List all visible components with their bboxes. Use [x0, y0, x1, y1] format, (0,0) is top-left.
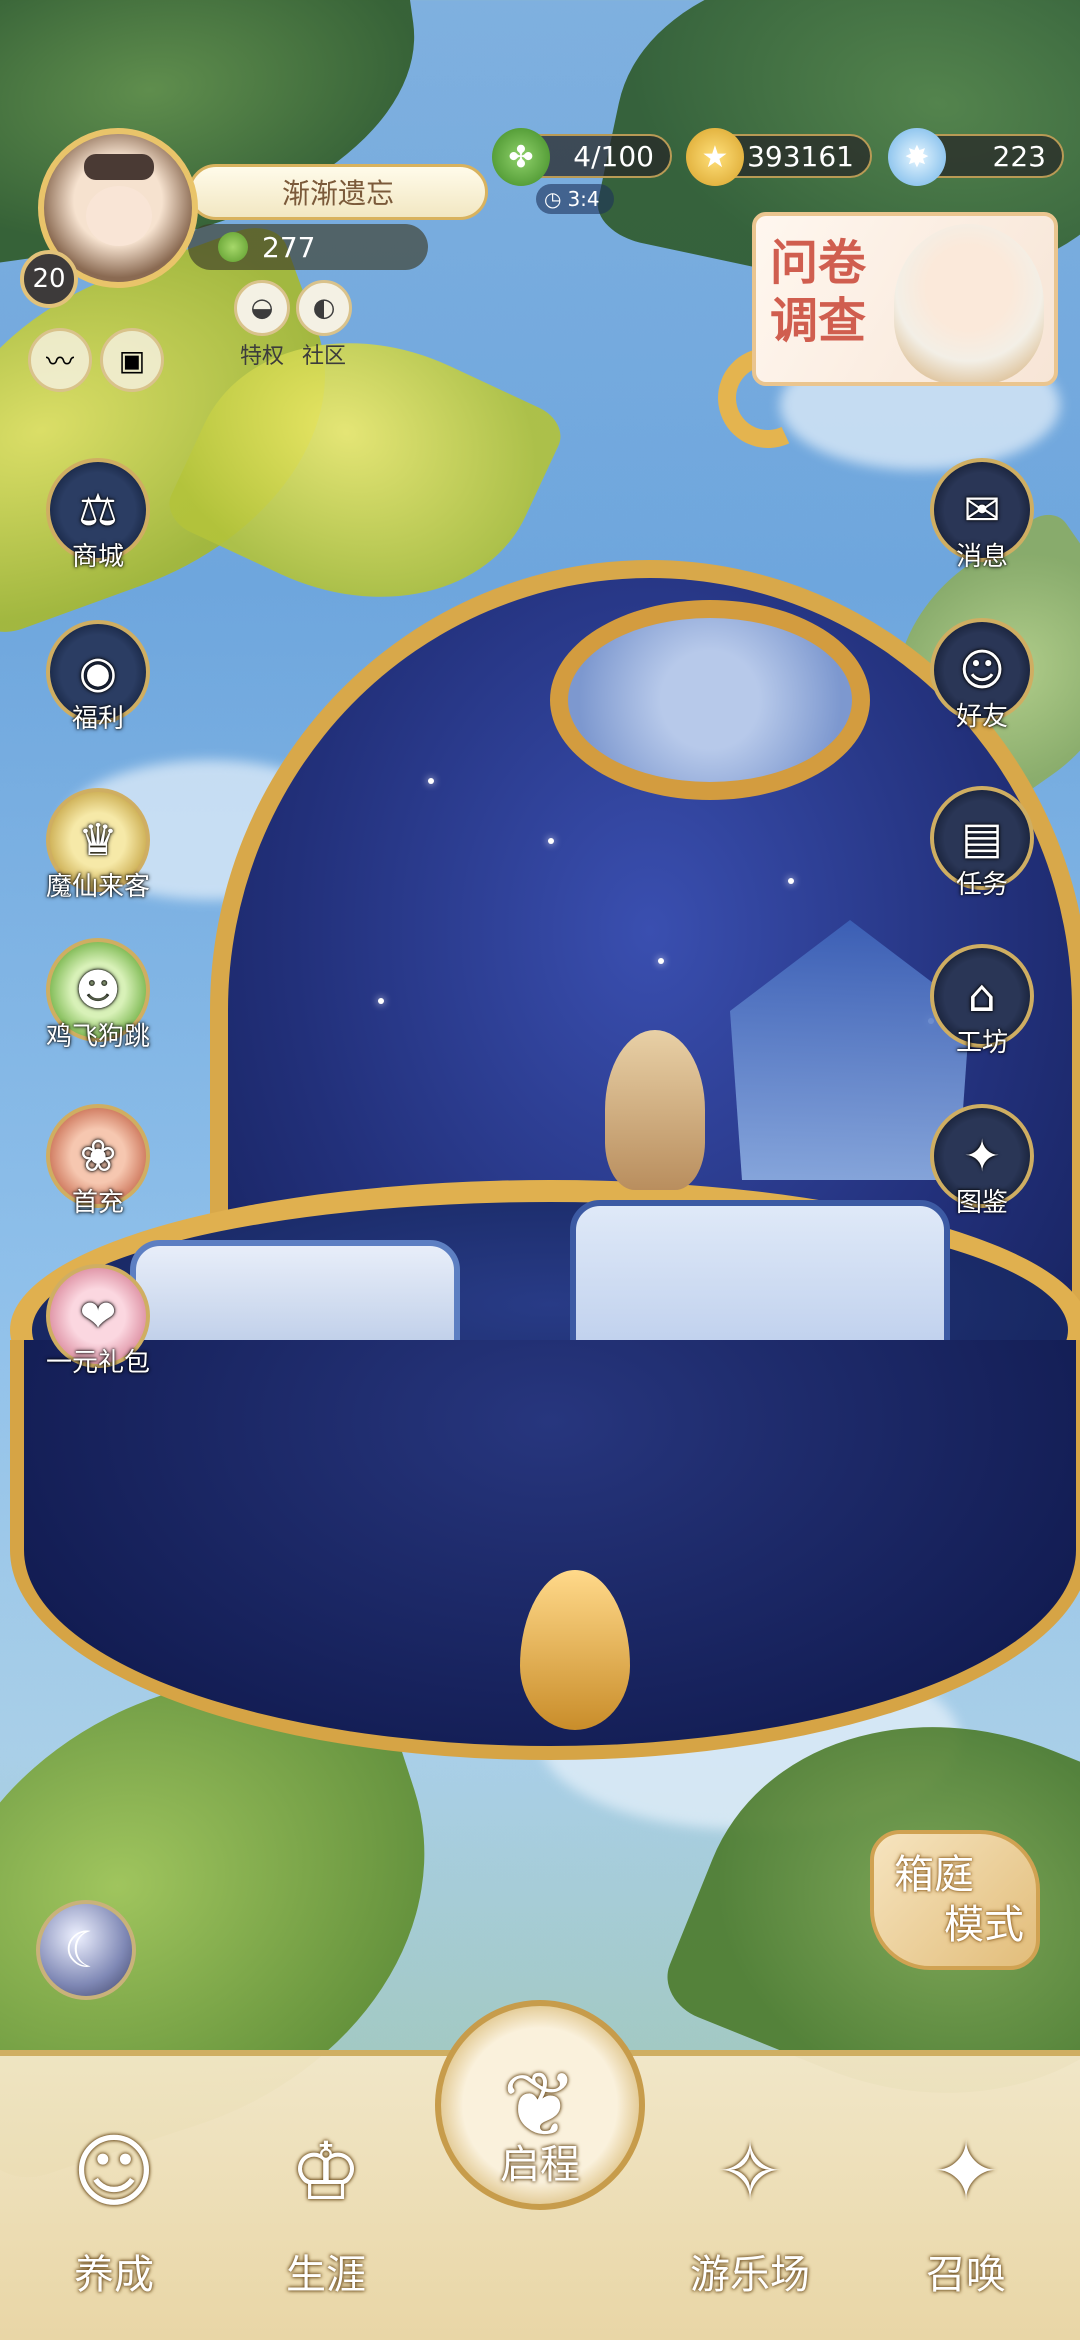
clover-count: 277 — [262, 230, 316, 264]
mode-line-1: 箱庭 — [894, 1852, 974, 1898]
garden-mode-button[interactable]: 箱庭 模式 — [870, 1830, 1040, 1970]
diamond-value: 223 — [992, 139, 1046, 173]
nav-career[interactable]: ♔ 生涯 — [236, 2096, 416, 2300]
menu-label: 图鉴 — [955, 1188, 1008, 1218]
menu-tasks[interactable]: ▤ 任务 — [922, 786, 1042, 901]
nav-nurture[interactable]: ☺ 养成 — [24, 2096, 204, 2300]
perk-label: 社区 — [301, 344, 346, 369]
nav-depart[interactable]: ❦ 启程 — [430, 2000, 650, 2240]
avatar-face — [86, 186, 152, 246]
mask-icon: ◐ — [296, 280, 352, 336]
menu-label: 首充 — [71, 1188, 124, 1218]
menu-label: 工坊 — [955, 1028, 1008, 1058]
menu-one-yuan-pack[interactable]: ❤ 一元礼包 — [38, 1264, 158, 1379]
player-name[interactable]: 渐渐遗忘 — [188, 164, 488, 220]
nav-label: 游乐场 — [690, 2252, 810, 2298]
perk-community[interactable]: ◐ 社区 — [284, 280, 364, 370]
penguin-icon: ◒ — [234, 280, 290, 336]
gold-coin-icon: ★ — [686, 128, 744, 186]
clover-icon — [218, 232, 248, 262]
menu-messages[interactable]: ✉ 消息 — [922, 458, 1042, 573]
mode-line-2: 模式 — [944, 1902, 1024, 1948]
diamond-icon: ✸ — [888, 128, 946, 186]
crown-icon: ♔ — [290, 2124, 362, 2218]
girl-portrait-icon: ☺ — [72, 2124, 156, 2218]
skylight-wheel — [550, 600, 870, 800]
menu-fairy-guest[interactable]: ♛ 魔仙来客 — [38, 788, 158, 903]
survey-line-1: 问卷 — [770, 235, 867, 291]
menu-friends[interactable]: ☺ 好友 — [922, 618, 1042, 733]
menu-workshop[interactable]: ⌂ 工坊 — [922, 944, 1042, 1059]
timer-value: 3:4 — [567, 187, 600, 211]
wings-icon[interactable]: 〰 — [28, 328, 92, 392]
menu-label: 任务 — [955, 870, 1008, 900]
crescent-moon-icon: ☾ — [36, 1900, 136, 2000]
hair-bow — [84, 154, 154, 180]
menu-chicken-dog[interactable]: ☻ 鸡飞狗跳 — [38, 938, 158, 1053]
menu-album[interactable]: ✦ 图鉴 — [922, 1104, 1042, 1219]
menu-label: 好友 — [955, 702, 1008, 732]
nav-label: 召唤 — [926, 2252, 1006, 2298]
menu-label: 鸡飞狗跳 — [45, 1022, 150, 1052]
card-star-icon: ✦ — [932, 2124, 1000, 2218]
menu-shop[interactable]: ⚖ 商城 — [38, 458, 158, 573]
nav-label: 生涯 — [286, 2252, 366, 2298]
menu-label: 消息 — [955, 542, 1008, 572]
menu-label: 魔仙来客 — [45, 872, 150, 902]
star-emblem-icon: ✧ — [716, 2124, 784, 2218]
clock-icon: ◷ — [544, 187, 562, 211]
survey-line-2: 调查 — [770, 293, 867, 349]
character-figure[interactable] — [605, 1030, 705, 1190]
survey-character-art — [894, 224, 1044, 382]
level-badge: 20 — [20, 250, 78, 308]
nav-label: 启程 — [500, 2142, 580, 2188]
treasure-icon[interactable]: ▣ — [100, 328, 164, 392]
menu-label: 商城 — [71, 542, 124, 572]
nav-label: 养成 — [74, 2252, 154, 2298]
survey-banner[interactable]: 问卷 调查 — [752, 212, 1058, 386]
menu-first-charge[interactable]: ❀ 首充 — [38, 1104, 158, 1219]
night-mode-toggle[interactable]: ☾ — [36, 1900, 146, 2020]
menu-label: 一元礼包 — [45, 1348, 150, 1378]
menu-label: 福利 — [71, 704, 124, 734]
menu-welfare[interactable]: ◉ 福利 — [38, 620, 158, 735]
gold-counter[interactable]: ★ 393161 — [686, 128, 872, 186]
garden-globe-room[interactable] — [10, 333, 1080, 1800]
nav-playground[interactable]: ✧ 游乐场 — [660, 2096, 840, 2300]
stamina-timer: ◷ 3:4 — [536, 184, 614, 214]
survey-title: 问卷 调查 — [770, 234, 900, 350]
gold-value: 393161 — [747, 139, 854, 173]
stamina-value: 4/100 — [573, 139, 654, 173]
four-leaf-clover-icon: ✤ — [492, 128, 550, 186]
nav-summon[interactable]: ✦ 召唤 — [876, 2096, 1056, 2300]
stamina-counter[interactable]: ✤ 4/100 — [492, 128, 672, 186]
diamond-counter[interactable]: ✸ 223 — [888, 128, 1064, 186]
clover-counter: 277 — [188, 224, 428, 270]
